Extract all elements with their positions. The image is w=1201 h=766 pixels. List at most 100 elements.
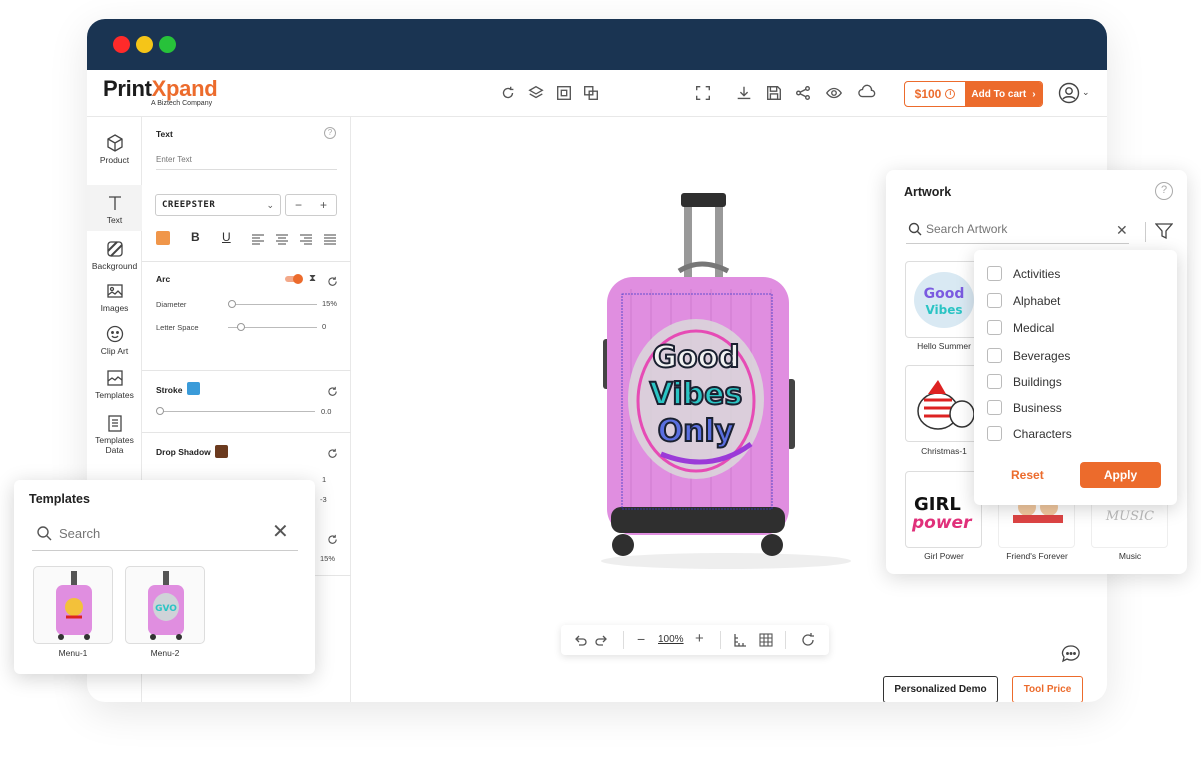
3d-view-icon[interactable] <box>858 84 876 102</box>
rotate-icon[interactable] <box>801 633 815 647</box>
checkbox[interactable] <box>987 374 1002 389</box>
checkbox[interactable] <box>987 266 1002 281</box>
letter-space-value: 0 <box>322 322 327 331</box>
template-thumb-menu-1[interactable] <box>33 566 113 644</box>
sidebar-item-images[interactable]: Images <box>87 281 142 313</box>
filter-option-beverages[interactable]: Beverages <box>987 348 1070 363</box>
reset-icon[interactable] <box>499 84 517 102</box>
save-icon[interactable] <box>765 84 783 102</box>
help-icon[interactable]: ? <box>1155 182 1173 200</box>
templates-search-input[interactable] <box>59 523 259 543</box>
shadow-opacity-value: 15% <box>320 554 336 563</box>
checkbox[interactable] <box>987 400 1002 415</box>
template-thumb-menu-2[interactable]: GVO <box>125 566 205 644</box>
checkbox[interactable] <box>987 293 1002 308</box>
zoom-in-icon[interactable]: + <box>695 630 704 647</box>
sidebar-item-product[interactable]: Product <box>87 133 142 173</box>
maximize-window-dot[interactable] <box>159 36 176 53</box>
refresh-icon[interactable] <box>327 274 338 286</box>
sidebar-item-text[interactable]: Text <box>87 185 142 231</box>
refresh-icon[interactable] <box>327 446 338 458</box>
filter-icon[interactable] <box>1154 222 1174 240</box>
filter-option-alphabet[interactable]: Alphabet <box>987 293 1060 308</box>
reset-button[interactable]: Reset <box>1011 468 1044 482</box>
stroke-slider-handle[interactable] <box>156 407 164 415</box>
filter-option-label: Activities <box>1013 266 1061 281</box>
artwork-thumb-girl-power[interactable]: GIRL power <box>905 471 982 548</box>
refresh-icon[interactable] <box>327 384 338 396</box>
text-input[interactable] <box>156 150 337 170</box>
chevron-down-icon[interactable]: ⌄ <box>1082 87 1090 98</box>
checkbox[interactable] <box>987 320 1002 335</box>
suitcase-product[interactable]: Good Vibes Only <box>601 189 861 569</box>
personalized-demo-button[interactable]: Personalized Demo <box>883 676 998 702</box>
sidebar-item-clip-art[interactable]: Clip Art <box>87 324 142 356</box>
redo-icon[interactable] <box>595 633 609 647</box>
filter-option-activities[interactable]: Activities <box>987 266 1060 281</box>
checkbox[interactable] <box>987 426 1002 441</box>
artwork-caption: Friend's Forever <box>1006 551 1068 561</box>
templates-search-field[interactable]: ✕ <box>32 518 298 551</box>
stroke-value: 0.0 <box>321 407 332 416</box>
stroke-slider[interactable] <box>160 411 315 412</box>
close-window-dot[interactable] <box>113 36 130 53</box>
arc-toggle[interactable] <box>285 274 303 284</box>
sidebar-item-templates-data[interactable]: Templates Data <box>87 413 142 455</box>
letter-space-slider-handle[interactable] <box>237 323 246 331</box>
font-select[interactable]: CREEPSTER ⌄ <box>155 194 281 216</box>
diameter-slider-handle[interactable] <box>228 300 236 308</box>
sidebar-item-templates[interactable]: Templates <box>87 368 142 400</box>
justify-icon[interactable] <box>324 232 336 245</box>
share-icon[interactable] <box>794 84 812 102</box>
font-size-stepper[interactable]: − + <box>285 194 337 216</box>
underline-icon[interactable]: U <box>222 230 231 244</box>
artwork-thumb-hello-summer[interactable]: Good Vibes <box>905 261 982 338</box>
chat-icon[interactable] <box>1060 643 1082 665</box>
align-left-icon[interactable] <box>252 232 264 245</box>
undo-icon[interactable] <box>573 633 587 647</box>
grid-icon[interactable] <box>759 633 773 647</box>
fullscreen-icon[interactable] <box>694 84 712 102</box>
plus-icon[interactable]: + <box>320 198 327 212</box>
artwork-title: Artwork <box>904 185 952 199</box>
filter-option-business[interactable]: Business <box>987 400 1062 415</box>
align-center-text-icon[interactable] <box>276 232 288 245</box>
close-icon[interactable]: ✕ <box>1116 222 1128 239</box>
arc-flip-icon[interactable]: ⧗ <box>309 273 316 284</box>
letter-space-label: Letter Space <box>156 323 199 332</box>
duplicate-icon[interactable] <box>582 84 600 102</box>
zoom-out-icon[interactable]: − <box>637 631 645 647</box>
checkbox[interactable] <box>987 348 1002 363</box>
filter-option-buildings[interactable]: Buildings <box>987 374 1062 389</box>
brand-logo[interactable]: PrintXpand A Biztech Company <box>103 76 218 107</box>
ruler-icon[interactable] <box>733 633 747 647</box>
tool-price-button[interactable]: Tool Price <box>1012 676 1083 702</box>
sidebar-item-background[interactable]: Background <box>87 239 142 271</box>
zoom-level[interactable]: 100% <box>658 634 684 645</box>
help-icon[interactable]: ? <box>324 127 336 139</box>
close-icon[interactable]: ✕ <box>272 519 289 544</box>
refresh-icon[interactable] <box>327 532 338 544</box>
text-color-swatch[interactable] <box>156 231 170 245</box>
artwork-thumb-christmas[interactable] <box>905 365 982 442</box>
design-artwork[interactable]: Good Vibes Only <box>628 319 764 479</box>
artwork-search-input[interactable] <box>926 220 1106 238</box>
bold-icon[interactable]: B <box>191 230 200 244</box>
preview-eye-icon[interactable] <box>825 84 843 102</box>
templates-icon <box>105 368 125 388</box>
diameter-slider[interactable] <box>232 304 317 305</box>
stroke-color-swatch[interactable] <box>187 382 200 395</box>
add-to-cart-button[interactable]: Add To cart › <box>965 82 1042 106</box>
minimize-window-dot[interactable] <box>136 36 153 53</box>
align-right-icon[interactable] <box>300 232 312 245</box>
shadow-color-swatch[interactable] <box>215 445 228 458</box>
minus-icon[interactable]: − <box>295 198 302 212</box>
filter-option-medical[interactable]: Medical <box>987 320 1054 335</box>
filter-option-characters[interactable]: Characters <box>987 426 1072 441</box>
user-avatar-icon[interactable] <box>1058 82 1080 104</box>
download-icon[interactable] <box>735 84 753 102</box>
layers-icon[interactable] <box>527 84 545 102</box>
artwork-search-field[interactable]: ✕ <box>906 219 1129 244</box>
apply-button[interactable]: Apply <box>1080 462 1161 488</box>
align-center-icon[interactable] <box>555 84 573 102</box>
